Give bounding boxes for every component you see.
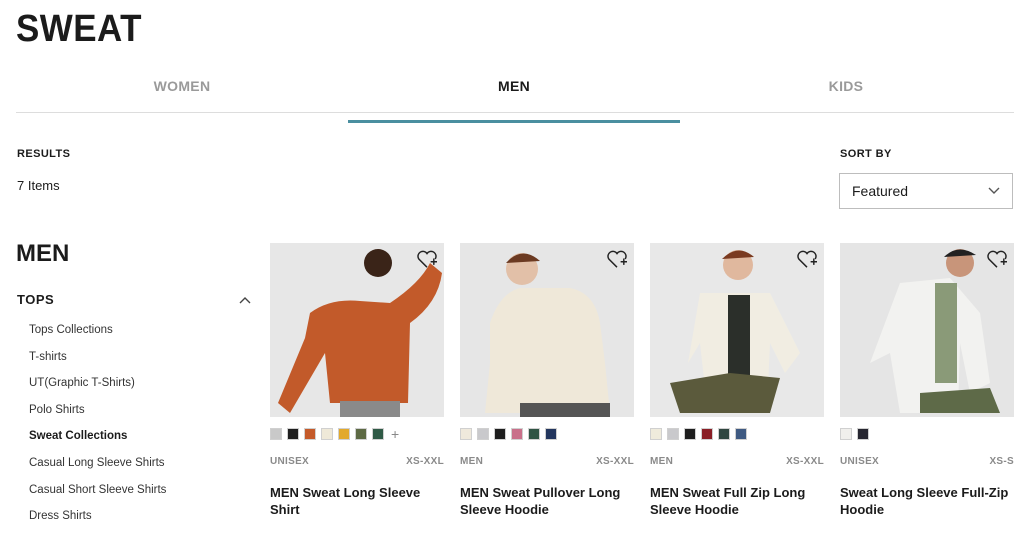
product-card[interactable]: + UNISEX XS-XXL MEN Sweat Long Sleeve Sh… [270,243,444,518]
product-name[interactable]: MEN Sweat Long Sleeve Shirt [270,484,444,518]
product-gender: MEN [650,456,674,467]
product-photo [270,243,444,417]
color-swatch[interactable] [857,427,869,440]
sidebar-item-casual-short-sleeve[interactable]: Casual Short Sleeve Shirts [29,482,166,509]
product-card[interactable]: MEN XS-XXL MEN Sweat Pullover Long Sleev… [460,243,634,518]
product-gender: MEN [460,456,484,467]
gender-tabs: WOMEN MEN KIDS [16,74,1014,123]
color-swatch[interactable] [321,427,333,440]
product-sizes: XS-XXL [596,456,634,467]
product-meta: MEN XS-XXL [460,456,634,467]
color-swatch[interactable] [477,427,489,440]
product-photo [840,243,1014,417]
color-swatches [460,427,634,440]
color-swatch[interactable] [338,427,350,440]
color-swatch[interactable] [701,427,713,440]
color-swatch[interactable] [718,427,730,440]
color-swatch[interactable] [372,427,384,440]
tab-women[interactable]: WOMEN [16,74,348,112]
sidebar-item-polo-shirts[interactable]: Polo Shirts [29,402,166,429]
favorite-heart-icon[interactable] [796,249,818,269]
product-image[interactable] [270,243,444,417]
product-meta: MEN XS-XXL [650,456,824,467]
product-image[interactable] [460,243,634,417]
product-gender: UNISEX [840,456,880,467]
tab-kids[interactable]: KIDS [680,74,1012,112]
sort-label: SORT BY [840,148,892,160]
tab-men[interactable]: MEN [348,74,680,123]
color-swatch[interactable] [650,427,662,440]
color-swatch[interactable] [528,427,540,440]
product-image[interactable] [650,243,824,417]
sidebar-heading: MEN [16,240,70,267]
favorite-heart-icon[interactable] [986,249,1008,269]
category-toggle-tops[interactable]: TOPS [17,292,251,307]
product-photo [460,243,634,417]
color-swatch[interactable] [667,427,679,440]
chevron-down-icon [988,187,1000,194]
product-name[interactable]: MEN Sweat Pullover Long Sleeve Hoodie [460,484,634,518]
product-sizes: XS-XXL [786,456,824,467]
color-swatch[interactable] [270,427,282,440]
sidebar-item-t-shirts[interactable]: T-shirts [29,349,166,376]
product-image[interactable] [840,243,1014,417]
results-label: RESULTS [17,148,71,160]
product-photo [650,243,824,417]
color-swatch[interactable] [304,427,316,440]
color-swatches [650,427,824,440]
product-card[interactable]: MEN XS-XXL MEN Sweat Full Zip Long Sleev… [650,243,824,518]
product-sizes: XS-S [989,456,1014,467]
color-swatch[interactable] [545,427,557,440]
color-swatch[interactable] [511,427,523,440]
sidebar-item-sweat-collections[interactable]: Sweat Collections [29,428,166,455]
more-colors-plus-icon[interactable]: + [391,427,399,441]
sidebar-item-dress-shirts[interactable]: Dress Shirts [29,508,166,535]
color-swatch[interactable] [287,427,299,440]
favorite-heart-icon[interactable] [606,249,628,269]
color-swatch[interactable] [735,427,747,440]
favorite-heart-icon[interactable] [416,249,438,269]
category-list: Tops Collections T-shirts UT(Graphic T-S… [29,322,166,535]
product-name[interactable]: Sweat Long Sleeve Full-Zip Hoodie [840,484,1014,518]
category-label: TOPS [17,292,55,307]
sidebar-item-tops-collections[interactable]: Tops Collections [29,322,166,349]
sort-select[interactable]: Featured [839,173,1013,209]
product-gender: UNISEX [270,456,310,467]
sidebar-item-casual-long-sleeve[interactable]: Casual Long Sleeve Shirts [29,455,166,482]
sidebar-item-ut[interactable]: UT(Graphic T-Shirts) [29,375,166,402]
color-swatch[interactable] [840,427,852,440]
product-meta: UNISEX XS-XXL [270,456,444,467]
product-sizes: XS-XXL [406,456,444,467]
color-swatch[interactable] [355,427,367,440]
product-meta: UNISEX XS-S [840,456,1014,467]
product-name[interactable]: MEN Sweat Full Zip Long Sleeve Hoodie [650,484,824,518]
color-swatch[interactable] [460,427,472,440]
product-card[interactable]: UNISEX XS-S Sweat Long Sleeve Full-Zip H… [840,243,1014,518]
color-swatch[interactable] [494,427,506,440]
color-swatches [840,427,1014,440]
color-swatch[interactable] [684,427,696,440]
color-swatches: + [270,427,444,441]
chevron-up-icon [239,296,251,303]
results-count: 7 Items [17,178,60,193]
page-title: SWEAT [16,8,142,50]
sort-select-value: Featured [852,183,909,199]
